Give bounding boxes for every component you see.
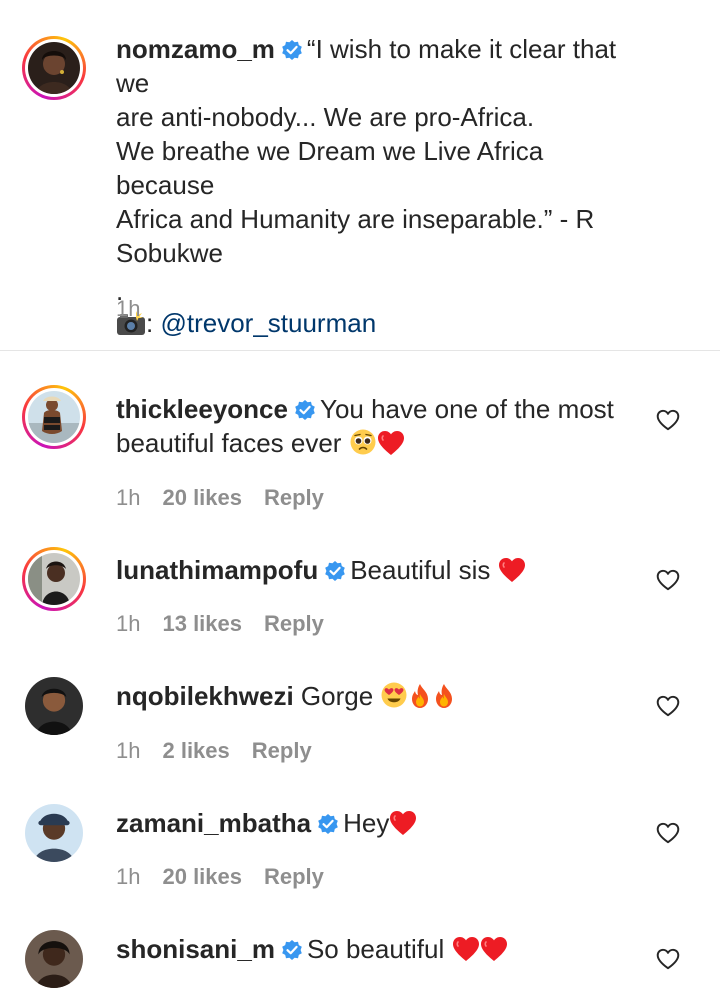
comment-body: nqobilekhwezi Gorge: [116, 679, 640, 713]
comment-meta: 1h 2 likes Reply: [116, 738, 334, 764]
verified-badge-icon: [294, 399, 316, 421]
post-username[interactable]: nomzamo_m: [116, 34, 275, 64]
heart-outline-icon[interactable]: [655, 946, 681, 972]
reply-button[interactable]: Reply: [264, 611, 324, 636]
red-heart-emoji-icon: [479, 936, 508, 962]
comment-body: zamani_mbatha Hey: [116, 806, 640, 840]
verified-badge-icon: [324, 560, 347, 582]
heart-outline-icon[interactable]: [655, 693, 681, 719]
caption-dot: .: [116, 276, 124, 306]
comment-username[interactable]: nqobilekhwezi: [116, 681, 294, 711]
reply-button[interactable]: Reply: [252, 738, 312, 763]
comment-text: You have one of the most: [319, 394, 614, 424]
post-caption: nomzamo_m “I wish to make it clear that w…: [116, 32, 640, 340]
red-heart-emoji-icon: [389, 810, 418, 836]
comment-username[interactable]: zamani_mbatha: [116, 808, 311, 838]
commenter-avatar[interactable]: [22, 385, 86, 449]
commenter-avatar[interactable]: [25, 930, 83, 988]
comment-username[interactable]: shonisani_m: [116, 934, 275, 964]
verified-badge-icon: [281, 39, 303, 61]
comment-username[interactable]: lunathimampofu: [116, 555, 318, 585]
comment-text: beautiful faces ever: [116, 428, 342, 458]
reply-button[interactable]: Reply: [264, 485, 324, 510]
caption-line: Sobukwe: [116, 238, 223, 268]
divider: [0, 350, 720, 351]
caption-line: are anti-nobody... We are pro-Africa.: [116, 102, 535, 132]
comment-time: 1h: [116, 864, 141, 889]
comment-time: 1h: [116, 611, 141, 636]
comment-time: 1h: [116, 485, 141, 510]
credit-mention-link[interactable]: @trevor_stuurman: [160, 308, 376, 338]
avatar: [28, 391, 80, 443]
photo-credit: : @trevor_stuurman: [116, 306, 640, 340]
comment-meta: 1h 20 likes Reply: [116, 864, 346, 890]
comment-time: 1h: [116, 738, 141, 763]
comment-username[interactable]: thickleeyonce: [116, 394, 288, 424]
heart-outline-icon[interactable]: [655, 567, 681, 593]
red-heart-emoji-icon: [451, 936, 480, 962]
avatar: [25, 930, 83, 988]
avatar: [25, 677, 83, 735]
comment-text: Hey: [343, 808, 390, 838]
commenter-avatar[interactable]: [25, 677, 83, 735]
comment-text: Gorge: [300, 681, 374, 711]
comment-likes[interactable]: 2 likes: [162, 738, 229, 763]
red-heart-emoji-icon: [376, 430, 405, 456]
comment-body: lunathimampofu Beautiful sis: [116, 553, 640, 587]
red-heart-emoji-icon: [497, 557, 526, 583]
heart-outline-icon[interactable]: [655, 820, 681, 846]
comment-likes[interactable]: 20 likes: [162, 485, 242, 510]
heart-outline-icon[interactable]: [655, 407, 681, 433]
comment-body: thickleeyonce You have one of the most be…: [116, 392, 640, 460]
caption-line: Africa and Humanity are inseparable.” - …: [116, 204, 595, 234]
avatar: [25, 804, 83, 862]
commenter-avatar[interactable]: [22, 547, 86, 611]
heart-eyes-emoji-icon: [381, 682, 407, 708]
caption-line: We breathe we Dream we Live Africa becau…: [116, 136, 544, 200]
comment-meta: 1h 20 likes Reply: [116, 485, 346, 511]
verified-badge-icon: [317, 813, 339, 835]
reply-button[interactable]: Reply: [264, 864, 324, 889]
avatar: [28, 553, 80, 605]
verified-badge-icon: [281, 939, 303, 961]
fire-emoji-icon: [412, 684, 429, 708]
post-meta: 1h: [116, 296, 162, 322]
fire-emoji-icon: [436, 684, 453, 708]
comment-text: Beautiful sis: [350, 555, 491, 585]
post-author-avatar[interactable]: [22, 36, 86, 100]
comment-meta: 1h 13 likes Reply: [116, 611, 346, 637]
comment-likes[interactable]: 13 likes: [162, 611, 242, 636]
pleading-face-emoji-icon: [350, 429, 376, 455]
avatar: [28, 42, 80, 94]
post-time: 1h: [116, 296, 141, 321]
commenter-avatar[interactable]: [25, 804, 83, 862]
comment-body: shonisani_m So beautiful: [116, 932, 640, 966]
comment-likes[interactable]: 20 likes: [162, 864, 242, 889]
comment-text: So beautiful: [306, 934, 445, 964]
